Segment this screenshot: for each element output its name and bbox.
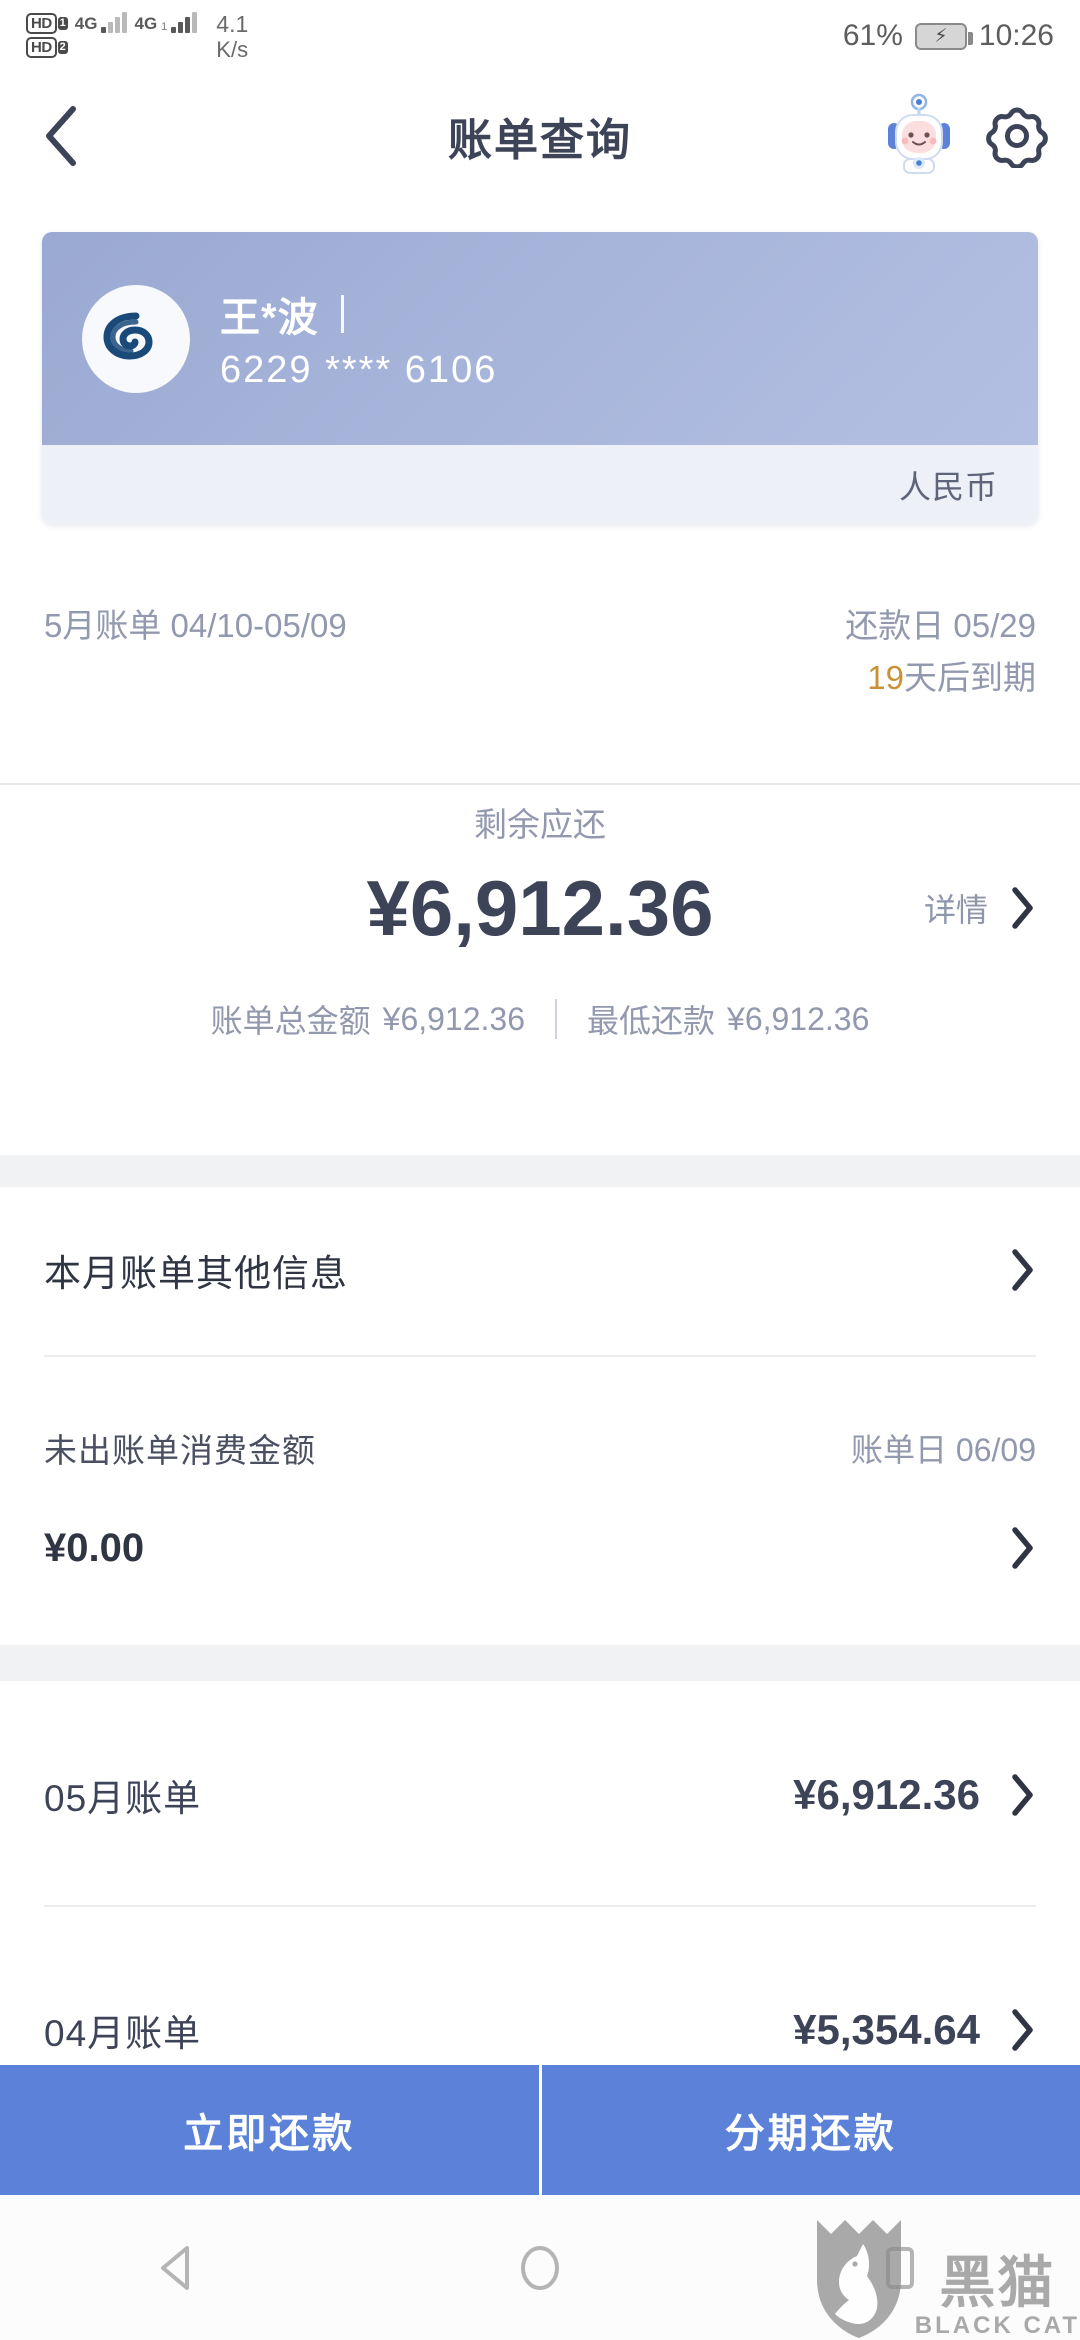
bill-row-chevron [1010, 2008, 1036, 2052]
other-info-chevron [1010, 1248, 1036, 1292]
minimum-payment-label: 最低还款 [587, 1003, 716, 1039]
cgb-spiral-logo [82, 284, 190, 393]
hd-sim2-badge: HD 2 [26, 37, 68, 58]
due-date-label: 还款日 05/29 [845, 607, 1036, 644]
hd-label-2: HD [26, 37, 57, 58]
unbilled-chevron [1010, 1526, 1036, 1570]
bill-month-label: 04月账单 [44, 2013, 202, 2054]
amount-breakdown-row: 账单总金额 ¥6,912.36 最低还款 ¥6,912.36 [0, 996, 1080, 1042]
nav-home-button[interactable] [480, 2195, 600, 2340]
bill-history-row-may[interactable]: 05月账单 ¥6,912.36 [0, 1740, 1080, 1850]
sim2-index: 1 [161, 21, 168, 33]
signal-sim1: 4G [75, 9, 128, 33]
sim-number-2: 2 [57, 41, 68, 54]
clock-label: 10:26 [978, 19, 1054, 52]
divider-above-amount [0, 783, 1080, 785]
countdown-days: 19 [867, 659, 904, 696]
bill-period-row: 5月账单 04/10-05/09 还款日 05/29 19天后到期 [0, 600, 1080, 704]
bill-month-amount: ¥5,354.64 [793, 2006, 980, 2053]
remaining-amount-label: 剩余应还 [474, 806, 606, 843]
watermark-cn-text: 黑猫 [939, 2251, 1056, 2314]
volte-hd-indicators: HD 1 HD 2 [26, 9, 68, 58]
hd-label-1: HD [26, 13, 57, 34]
amount-detail-label: 详情 [923, 892, 988, 928]
action-divider [538, 2065, 542, 2195]
repay-now-button[interactable]: 立即还款 [0, 2065, 539, 2195]
credit-card-panel[interactable]: 王*波 6229 **** 6106 人民币 [42, 232, 1038, 524]
statement-date-label: 账单日 06/09 [851, 1432, 1036, 1468]
signal-bars-1 [101, 11, 128, 33]
unbilled-header-row: 未出账单消费金额 账单日 06/09 [0, 1405, 1080, 1491]
network-type-1: 4G [74, 14, 98, 33]
status-bar: HD 1 HD 2 4G 4G 1 4.1 K/s 61% ⚡ 10:26 [0, 0, 1080, 72]
chevron-right-icon [1012, 1249, 1033, 1291]
unbilled-amount-row[interactable]: ¥0.00 [0, 1500, 1080, 1596]
robot-assistant-icon[interactable] [882, 93, 956, 179]
card-number: 6229 **** 6106 [220, 349, 498, 391]
card-top-section: 王*波 6229 **** 6106 [42, 232, 1038, 445]
bill-month-label: 05月账单 [44, 1778, 202, 1819]
installment-repay-button[interactable]: 分期还款 [541, 2065, 1080, 2195]
card-currency-label: 人民币 [898, 468, 998, 505]
gear-icon [986, 107, 1048, 168]
signal-bars-2 [171, 11, 198, 33]
bill-month-amount: ¥6,912.36 [793, 1771, 980, 1818]
network-speed-unit: K/s [216, 37, 249, 62]
due-countdown-label: 19天后到期 [845, 652, 1036, 704]
chevron-right-icon [1012, 1527, 1033, 1569]
total-bill-label: 账单总金额 [210, 1003, 371, 1039]
cat-shield-logo [816, 2220, 901, 2338]
hd-sim1-badge: HD 1 [26, 13, 68, 34]
bill-period-label: 5月账单 04/10-05/09 [44, 607, 347, 644]
section-gap-2 [0, 1645, 1080, 1681]
watermark-en-text: BLACK CAT [914, 2312, 1080, 2339]
nav-back-button[interactable] [120, 2195, 240, 2340]
divider-other-info [44, 1355, 1036, 1357]
card-footer-section: 人民币 [42, 445, 1038, 524]
network-speed-indicator: 4.1 K/s [216, 9, 248, 63]
app-screen: HD 1 HD 2 4G 4G 1 4.1 K/s 61% ⚡ 10:26 账单… [0, 0, 1080, 2340]
chevron-right-icon [1012, 887, 1033, 929]
section-gap-1 [0, 1155, 1080, 1187]
remaining-amount-value: ¥6,912.36 [366, 863, 714, 952]
battery-charging-icon: ⚡ [914, 22, 973, 50]
total-bill-value: ¥6,912.36 [382, 1000, 525, 1037]
black-cat-watermark: 黑猫 BLACK CAT [811, 2214, 1080, 2340]
bill-row-chevron [1010, 1773, 1036, 1817]
amount-detail-link[interactable]: 详情 [924, 885, 1036, 931]
other-bill-info-row[interactable]: 本月账单其他信息 [0, 1215, 1080, 1325]
divider-bill-history [44, 1905, 1036, 1907]
minimum-payment-value: ¥6,912.36 [727, 1000, 870, 1037]
status-bar-right: 61% ⚡ 10:26 [843, 19, 1054, 53]
breakdown-divider [555, 999, 557, 1039]
unbilled-amount-value: ¥0.00 [44, 1525, 145, 1570]
card-holder-name: 王*波 [220, 296, 319, 340]
countdown-suffix: 天后到期 [904, 659, 1036, 696]
triangle-back-icon [161, 2245, 189, 2290]
circle-home-icon [521, 2245, 559, 2290]
battery-percent-label: 61% [842, 19, 903, 52]
signal-sim2: 4G 1 [134, 9, 198, 33]
unbilled-label: 未出账单消费金额 [44, 1432, 316, 1469]
network-type-2: 4G [134, 14, 158, 33]
chevron-right-icon [1012, 2009, 1033, 2051]
back-button[interactable] [28, 103, 94, 169]
chevron-right-icon [1012, 1774, 1033, 1816]
status-bar-left: HD 1 HD 2 4G 4G 1 4.1 K/s [26, 9, 248, 63]
remaining-amount-section: 剩余应还 ¥6,912.36 详情 账单总金额 ¥6,912.36 最低还款 ¥… [0, 800, 1080, 1042]
sim-number-1: 1 [57, 17, 68, 30]
other-bill-info-label: 本月账单其他信息 [44, 1253, 348, 1294]
settings-button[interactable] [982, 101, 1052, 171]
bottom-action-bar: 立即还款 分期还款 [0, 2065, 1080, 2195]
network-speed-value: 4.1 [216, 11, 249, 37]
chevron-left-icon [46, 106, 76, 166]
name-divider [340, 295, 344, 333]
app-header: 账单查询 [0, 72, 1080, 200]
